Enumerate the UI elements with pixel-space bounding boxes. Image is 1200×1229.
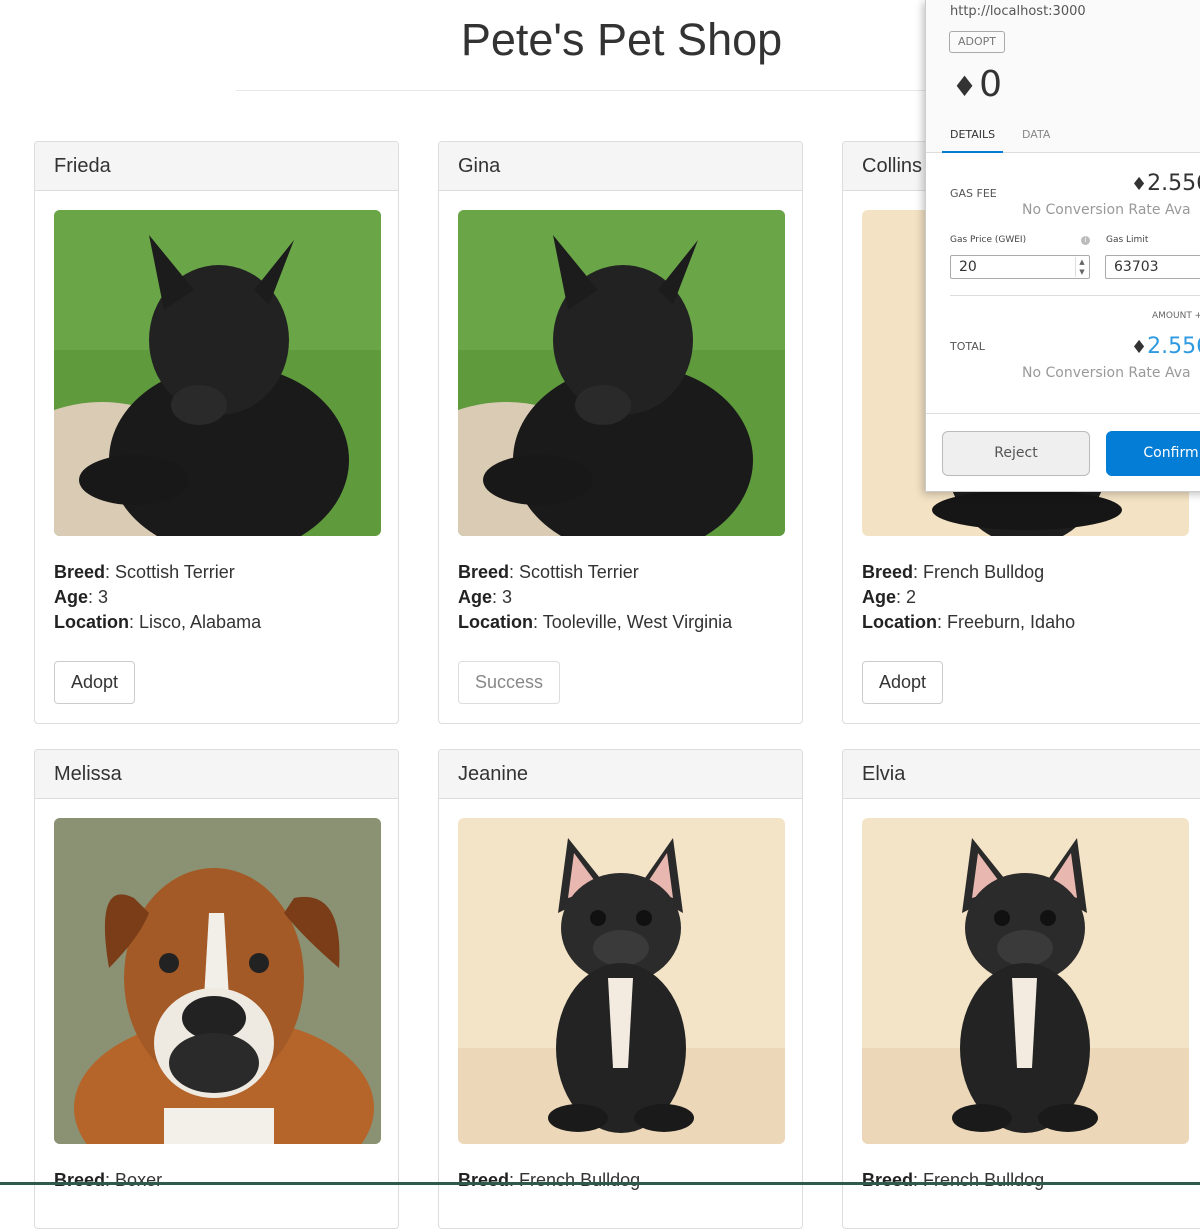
age-label: Age [54, 587, 89, 607]
method-badge: ADOPT [949, 31, 1006, 53]
breed-label: Breed [862, 1170, 914, 1190]
location-value: Freeburn, Idaho [947, 612, 1076, 632]
adopt-button[interactable]: Adopt [862, 661, 944, 704]
pet-photo-boxer [54, 818, 381, 1144]
pet-name: Elvia [843, 750, 1200, 799]
pet-details: Breed: Scottish Terrier Age: 3 Location:… [458, 562, 733, 632]
pet-card-melissa: Melissa Breed: Boxer [34, 749, 399, 1229]
ethereum-icon: ♦ [1131, 174, 1148, 195]
pet-card-jeanine: Jeanine Breed: French Bulldog [438, 749, 803, 1229]
divider [950, 295, 1200, 296]
breed-label: Breed [862, 562, 914, 582]
pet-card-elvia: Elvia Breed: French Bulldog [842, 749, 1200, 1229]
breed-value: French Bulldog [923, 1170, 1045, 1190]
breed-value: French Bulldog [519, 1170, 641, 1190]
total-conversion: No Conversion Rate Ava [1022, 365, 1191, 381]
gas-limit-input[interactable]: 63703 [1105, 255, 1200, 279]
stepper-arrows-icon[interactable]: ▲ ▼ [1075, 257, 1088, 277]
info-icon[interactable]: i [1081, 236, 1090, 245]
breed-value: Scottish Terrier [519, 562, 639, 582]
age-value: 3 [98, 587, 109, 607]
pet-name: Frieda [35, 142, 398, 191]
tab-data[interactable]: DATA [1022, 127, 1050, 151]
total-label: TOTAL [950, 340, 985, 353]
pet-photo-scottish-terrier [458, 210, 785, 536]
success-button[interactable]: Success [458, 661, 561, 704]
age-label: Age [458, 587, 493, 607]
breed-value: French Bulldog [923, 562, 1045, 582]
pet-details: Breed: Scottish Terrier Age: 3 Location:… [54, 562, 262, 632]
origin-url: http://localhost:3000 [950, 4, 1086, 19]
pet-card-frieda: Frieda Breed: Scottish Terrier Age: 3 Lo… [34, 141, 399, 724]
location-value: Lisco, Alabama [139, 612, 262, 632]
location-label: Location [458, 612, 533, 632]
age-value: 3 [502, 587, 513, 607]
age-label: Age [862, 587, 897, 607]
gas-fee-conversion: No Conversion Rate Ava [1022, 202, 1191, 218]
amount-gas-label: AMOUNT + [1152, 311, 1200, 321]
transaction-amount: ♦0 [952, 64, 1002, 105]
gas-fee-label: GAS FEE [950, 187, 997, 200]
breed-value: Scottish Terrier [115, 562, 235, 582]
pet-photo-scottish-terrier [54, 210, 381, 536]
location-value: Tooleville, West Virginia [542, 612, 733, 632]
pet-details: Breed: French Bulldog [458, 1170, 641, 1190]
popup-header: http://localhost:3000 ADOPT ♦0 DETAILS D… [926, 0, 1200, 153]
ethereum-icon: ♦ [1131, 337, 1148, 358]
breed-label: Breed [54, 1170, 106, 1190]
total-value: ♦2.556 [1131, 334, 1200, 359]
gas-limit-label: Gas Limit [1106, 235, 1149, 245]
confirm-button[interactable]: Confirm [1106, 431, 1200, 476]
ethereum-icon: ♦ [952, 70, 978, 103]
breed-label: Breed [54, 562, 106, 582]
metamask-confirm-popup: http://localhost:3000 ADOPT ♦0 DETAILS D… [925, 0, 1200, 492]
adopt-button[interactable]: Adopt [54, 661, 136, 704]
pet-details: Breed: French Bulldog Age: 2 Location: F… [862, 562, 1076, 632]
age-value: 2 [906, 587, 917, 607]
gas-fee-value: ♦2.556 [1131, 171, 1200, 196]
breed-value: Boxer [115, 1170, 163, 1190]
location-label: Location [862, 612, 937, 632]
tab-details[interactable]: DETAILS [942, 127, 1004, 153]
popup-footer: Reject Confirm [926, 413, 1200, 491]
title-divider [236, 90, 1006, 91]
breed-label: Breed [458, 1170, 510, 1190]
reject-button[interactable]: Reject [942, 431, 1090, 476]
pet-details: Breed: French Bulldog [862, 1170, 1045, 1190]
pet-photo-french-bulldog [458, 818, 785, 1144]
gas-price-input[interactable]: 20 ▲ ▼ [950, 255, 1090, 279]
location-label: Location [54, 612, 129, 632]
pet-name: Jeanine [439, 750, 802, 799]
breed-label: Breed [458, 562, 510, 582]
pet-name: Gina [439, 142, 802, 191]
amount-value: 0 [979, 64, 1003, 105]
pet-name: Melissa [35, 750, 398, 799]
pet-photo-french-bulldog [862, 818, 1189, 1144]
pet-details: Breed: Boxer [54, 1170, 163, 1190]
gas-price-label: Gas Price (GWEI) [950, 235, 1027, 245]
pet-card-gina: Gina Breed: Scottish Terrier Age: 3 Loca… [438, 141, 803, 724]
